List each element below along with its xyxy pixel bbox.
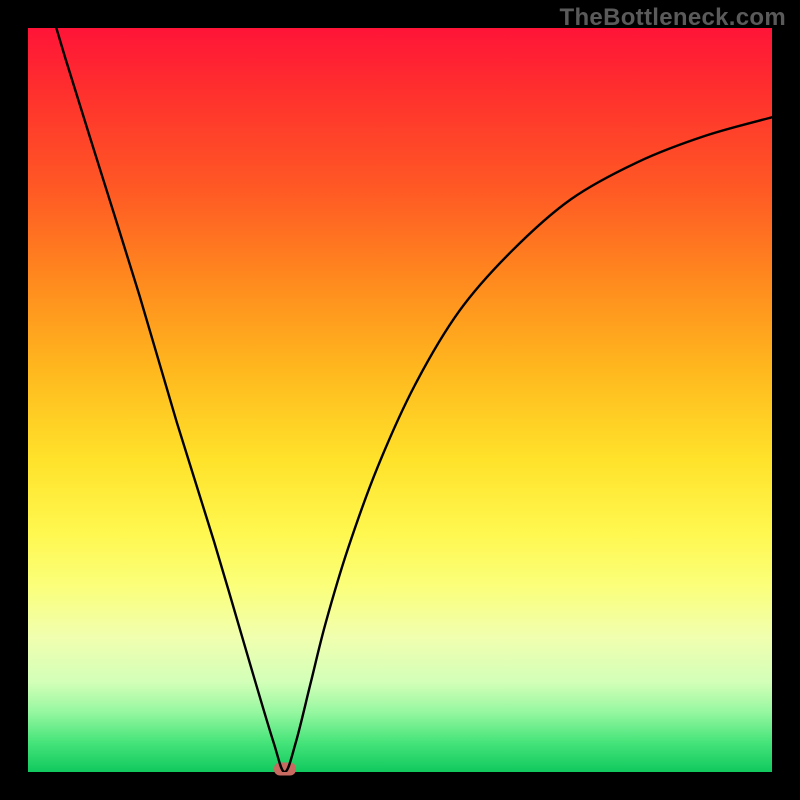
watermark-text: TheBottleneck.com — [560, 4, 786, 32]
bottleneck-curve-svg — [28, 28, 772, 772]
bottleneck-curve-path — [28, 28, 772, 772]
chart-frame: TheBottleneck.com — [0, 0, 800, 800]
